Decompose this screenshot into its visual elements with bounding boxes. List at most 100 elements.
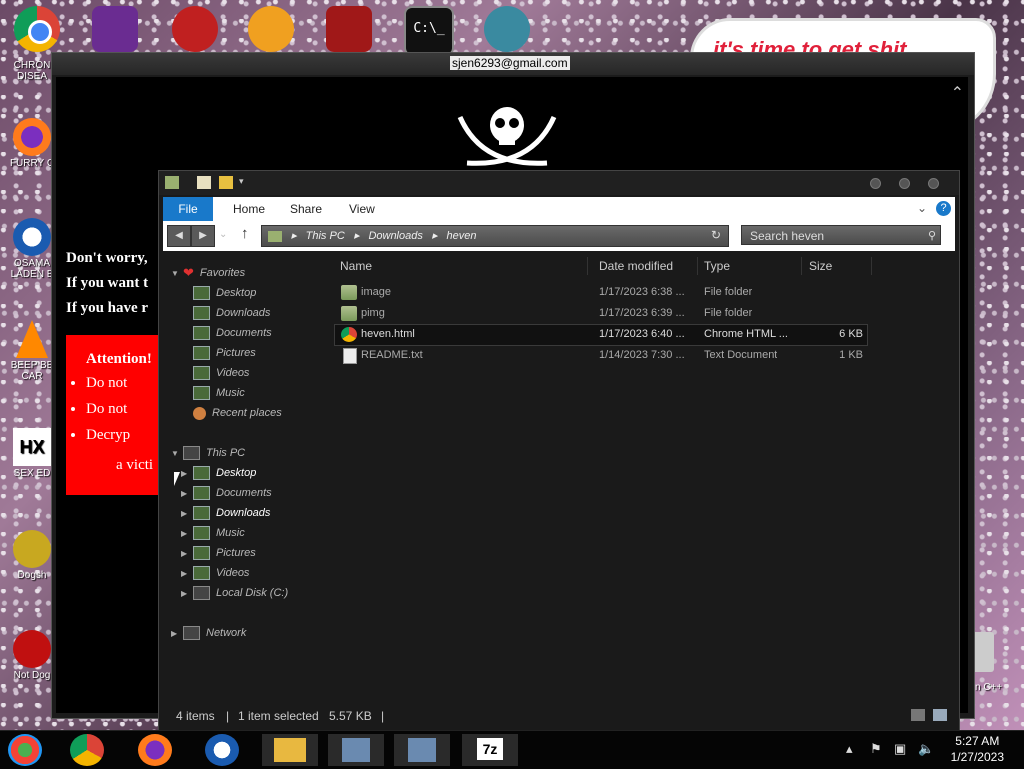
breadcrumb-this-pc[interactable]: This PC — [306, 230, 345, 242]
search-icon[interactable]: ⚲ — [928, 226, 936, 246]
file-row[interactable]: README.txt 1/14/2023 7:30 ... Text Docum… — [335, 346, 867, 366]
nav-fav-documents[interactable]: Documents — [193, 323, 272, 343]
breadcrumb-downloads[interactable]: Downloads — [368, 230, 422, 242]
maximize-button[interactable] — [899, 178, 910, 189]
nav-fav-music[interactable]: Music — [193, 383, 245, 403]
expand-arrow-icon[interactable]: ▶ — [181, 509, 187, 518]
back-button[interactable]: ◀ — [167, 225, 191, 247]
address-bar[interactable]: ▸ This PC ▸ Downloads ▸ heven — [261, 225, 729, 247]
status-bar: 4 items | 1 item selected 5.57 KB | — [159, 701, 959, 731]
nav-pc-desktop[interactable]: Desktop — [193, 463, 256, 483]
nav-pc-music[interactable]: Music — [193, 523, 245, 543]
breadcrumb-separator: ▸ — [353, 230, 360, 242]
expand-arrow-icon[interactable]: ▶ — [181, 529, 187, 538]
collapse-arrow-icon[interactable]: ▼ — [171, 449, 179, 458]
expand-arrow-icon[interactable]: ▶ — [181, 549, 187, 558]
volume-icon[interactable]: 🔈 — [918, 741, 934, 757]
file-type: File folder — [704, 307, 753, 319]
chrome-taskbar-icon[interactable] — [70, 734, 104, 766]
column-header-size[interactable]: Size — [809, 259, 832, 273]
attention-item: Decryp — [86, 427, 130, 453]
large-icons-view-icon[interactable] — [933, 709, 947, 721]
nav-this-pc[interactable]: This PC — [183, 443, 245, 463]
file-explorer-window[interactable]: ▾ File Home Share View ⌄ ? ◀ ▶ ⌄ ↑ ▸ Thi… — [158, 170, 960, 732]
expand-arrow-icon[interactable]: ▶ — [181, 469, 187, 478]
p-logo-icon[interactable] — [248, 6, 294, 52]
breadcrumb-heven[interactable]: heven — [447, 230, 477, 242]
chevron-down-icon[interactable]: ▾ — [239, 176, 253, 189]
downloads-folder-icon — [193, 306, 210, 321]
nav-pc-videos[interactable]: Videos — [193, 563, 249, 583]
start-button[interactable] — [8, 734, 42, 766]
expand-ribbon-icon[interactable]: ⌄ — [917, 201, 927, 215]
installer-taskbar-icon[interactable] — [394, 734, 450, 766]
file-row[interactable]: image 1/17/2023 6:38 ... File folder — [335, 283, 867, 303]
nav-fav-recent-places[interactable]: Recent places — [193, 403, 282, 423]
trash-icon[interactable] — [972, 632, 994, 672]
installer-taskbar-icon[interactable] — [328, 734, 384, 766]
tab-file[interactable]: File — [163, 197, 213, 221]
breadcrumb-separator: ▸ — [431, 230, 438, 242]
network-tray-icon[interactable]: ▣ — [894, 741, 906, 757]
action-center-flag-icon[interactable]: ⚑ — [870, 741, 882, 757]
details-view-icon[interactable] — [911, 709, 925, 721]
obama-taskbar-icon[interactable] — [205, 734, 239, 766]
nav-fav-pictures[interactable]: Pictures — [193, 343, 256, 363]
scroll-up-icon[interactable]: ⌃ — [951, 83, 964, 103]
file-row-selected[interactable]: heven.html 1/17/2023 6:40 ... Chrome HTM… — [334, 324, 868, 346]
nav-pc-documents[interactable]: Documents — [193, 483, 272, 503]
nav-pc-local-disk[interactable]: Local Disk (C:) — [193, 583, 288, 603]
help-icon[interactable]: ? — [936, 201, 951, 216]
properties-icon[interactable] — [197, 176, 211, 189]
tab-view[interactable]: View — [349, 197, 375, 221]
mouse-cursor — [174, 472, 180, 486]
nav-favorites[interactable]: ❤ Favorites — [183, 263, 245, 283]
desktop-fragment-text: n C++ — [975, 682, 1003, 693]
expand-arrow-icon[interactable]: ▶ — [181, 489, 187, 498]
game-logo-icon[interactable] — [326, 6, 372, 52]
close-button[interactable] — [928, 178, 939, 189]
column-separator[interactable] — [697, 257, 698, 275]
refresh-icon[interactable]: ↻ — [707, 226, 725, 244]
expand-arrow-icon[interactable]: ▶ — [181, 589, 187, 598]
breadcrumb-separator: ▸ — [291, 230, 297, 242]
chrome-desktop-icon[interactable] — [14, 6, 60, 52]
collapse-arrow-icon[interactable]: ▼ — [171, 269, 179, 278]
column-separator[interactable] — [801, 257, 802, 275]
column-separator[interactable] — [871, 257, 872, 275]
nav-network[interactable]: Network — [183, 623, 246, 643]
nav-fav-downloads[interactable]: Downloads — [193, 303, 270, 323]
show-hidden-icons-icon[interactable]: ▴ — [846, 741, 853, 757]
tab-home[interactable]: Home — [233, 197, 265, 221]
number-two-icon[interactable] — [172, 6, 218, 52]
installer-icon — [342, 738, 370, 762]
cartoon-app-icon[interactable] — [484, 6, 530, 52]
nav-fav-videos[interactable]: Videos — [193, 363, 249, 383]
expand-arrow-icon[interactable]: ▶ — [171, 629, 177, 638]
file-row[interactable]: pimg 1/17/2023 6:39 ... File folder — [335, 304, 867, 324]
new-folder-icon[interactable] — [219, 176, 233, 189]
up-arrow-icon[interactable]: ↑ — [241, 225, 249, 242]
navigation-pane: ▼ ❤ Favorites Desktop Downloads Documents… — [159, 253, 329, 693]
nav-pc-pictures[interactable]: Pictures — [193, 543, 256, 563]
nav-fav-desktop[interactable]: Desktop — [193, 283, 256, 303]
recent-locations-icon[interactable]: ⌄ — [219, 229, 227, 240]
file-explorer-taskbar-icon[interactable] — [262, 734, 318, 766]
command-prompt-icon[interactable]: C:\_ — [404, 6, 454, 56]
explorer-titlebar[interactable]: ▾ — [159, 171, 959, 195]
minimize-button[interactable] — [870, 178, 881, 189]
column-header-date[interactable]: Date modified — [599, 259, 673, 273]
column-header-name[interactable]: Name — [340, 259, 372, 273]
nav-pc-downloads[interactable]: Downloads — [193, 503, 270, 523]
visual-studio-icon[interactable] — [92, 6, 138, 52]
search-input[interactable]: Search heven ⚲ — [741, 225, 941, 245]
column-separator[interactable] — [587, 257, 588, 275]
expand-arrow-icon[interactable]: ▶ — [181, 569, 187, 578]
column-header-type[interactable]: Type — [704, 259, 730, 273]
tab-share[interactable]: Share — [290, 197, 322, 221]
browser-titlebar[interactable]: sjen6293@gmail.com — [52, 53, 974, 75]
7zip-taskbar-icon[interactable]: 7z — [462, 734, 518, 766]
forward-button[interactable]: ▶ — [191, 225, 215, 247]
system-clock[interactable]: 5:27 AM 1/27/2023 — [951, 733, 1004, 765]
firefox-taskbar-icon[interactable] — [138, 734, 172, 766]
